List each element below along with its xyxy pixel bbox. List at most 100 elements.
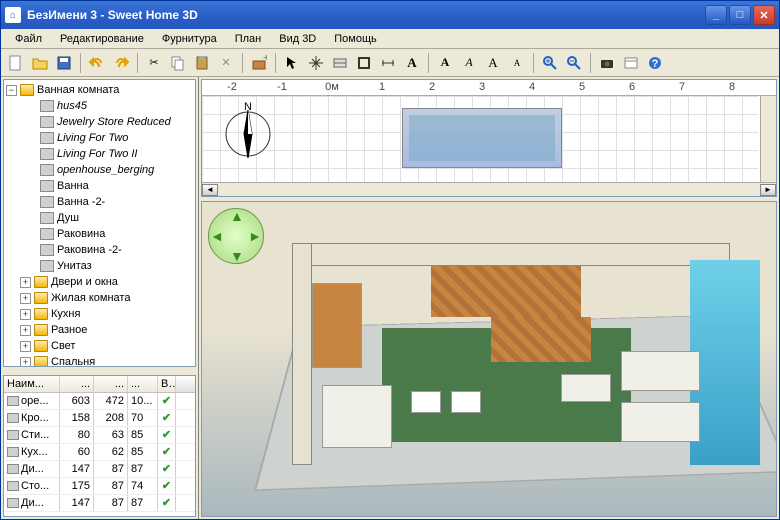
text-bold-icon[interactable]: A [434, 52, 456, 74]
tree-item[interactable]: Jewelry Store Reduced [6, 114, 193, 130]
menu-plan[interactable]: План [227, 31, 270, 47]
horizontal-splitter[interactable] [1, 369, 198, 373]
text-icon[interactable]: A [401, 52, 423, 74]
table-row[interactable]: оре...60347210...✔ [4, 393, 195, 410]
left-panel: − Ванная комната hus45Jewelry Store Reduc… [1, 77, 199, 519]
row-d: 10... [128, 393, 158, 409]
copy-icon[interactable] [167, 52, 189, 74]
text-italic-icon[interactable]: A [458, 52, 480, 74]
zoom-in-icon[interactable] [539, 52, 561, 74]
row-name: Сто... [21, 479, 49, 493]
scroll-left-icon[interactable]: ◄ [202, 184, 218, 196]
tree-folder[interactable]: +Свет [6, 338, 193, 354]
expand-icon[interactable]: + [20, 277, 31, 288]
nav-down-icon[interactable]: ▼ [230, 248, 244, 264]
save-icon[interactable] [53, 52, 75, 74]
help-icon[interactable]: ? [644, 52, 666, 74]
nav-up-icon[interactable]: ▲ [230, 208, 244, 224]
menu-3dview[interactable]: Вид 3D [271, 31, 324, 47]
collapse-icon[interactable]: − [6, 85, 17, 96]
tree-folder-label: Кухня [51, 308, 80, 320]
plan-preview[interactable] [402, 108, 562, 168]
row-visible-checkbox[interactable]: ✔ [158, 461, 176, 477]
scroll-right-icon[interactable]: ► [760, 184, 776, 196]
row-visible-checkbox[interactable]: ✔ [158, 410, 176, 426]
dimension-icon[interactable] [377, 52, 399, 74]
tree-root-label[interactable]: Ванная комната [37, 84, 119, 96]
table-row[interactable]: Ди...1478787✔ [4, 495, 195, 512]
tree-item[interactable]: Ванна -2- [6, 194, 193, 210]
maximize-button[interactable]: □ [729, 5, 751, 25]
tree-item[interactable]: Раковина [6, 226, 193, 242]
pan-icon[interactable] [305, 52, 327, 74]
preferences-icon[interactable] [620, 52, 642, 74]
close-button[interactable]: ✕ [753, 5, 775, 25]
tree-item-label: Ванна [57, 180, 89, 192]
text-size-up-icon[interactable]: A [482, 52, 504, 74]
tree-item[interactable]: Living For Two II [6, 146, 193, 162]
expand-icon[interactable]: + [20, 325, 31, 336]
delete-icon[interactable]: ✕ [215, 52, 237, 74]
col-name[interactable]: Наим... [4, 376, 60, 392]
row-visible-checkbox[interactable]: ✔ [158, 478, 176, 494]
menu-help[interactable]: Помощь [326, 31, 385, 47]
tree-item[interactable]: Ванна [6, 178, 193, 194]
row-visible-checkbox[interactable]: ✔ [158, 444, 176, 460]
plan-view[interactable]: -2-10м12345678 N ◄ ► [201, 79, 777, 197]
furniture-table[interactable]: Наим... ... ... ... В... оре...60347210.… [3, 375, 196, 517]
compass-icon[interactable]: N [218, 102, 278, 162]
tree-item[interactable]: Унитаз [6, 258, 193, 274]
text-size-down-icon[interactable]: A [506, 52, 528, 74]
tree-item[interactable]: hus45 [6, 98, 193, 114]
plan-vscroll[interactable] [760, 96, 776, 182]
table-row[interactable]: Сто...1758774✔ [4, 478, 195, 495]
col-vis[interactable]: В... [158, 376, 176, 392]
tree-folder[interactable]: +Разное [6, 322, 193, 338]
menu-file[interactable]: Файл [7, 31, 50, 47]
expand-icon[interactable]: + [20, 293, 31, 304]
expand-icon[interactable]: + [20, 341, 31, 352]
tree-item[interactable]: Душ [6, 210, 193, 226]
3d-view[interactable]: ▲ ▼ ◄ ► [201, 201, 777, 517]
nav-right-icon[interactable]: ► [248, 228, 262, 244]
zoom-out-icon[interactable] [563, 52, 585, 74]
row-visible-checkbox[interactable]: ✔ [158, 393, 176, 409]
room-icon[interactable] [353, 52, 375, 74]
table-row[interactable]: Кух...606285✔ [4, 444, 195, 461]
table-row[interactable]: Сти...806385✔ [4, 427, 195, 444]
col-w[interactable]: ... [60, 376, 94, 392]
col-h[interactable]: ... [94, 376, 128, 392]
redo-icon[interactable] [110, 52, 132, 74]
tree-folder[interactable]: +Спальня [6, 354, 193, 367]
row-visible-checkbox[interactable]: ✔ [158, 495, 176, 511]
wall-icon[interactable] [329, 52, 351, 74]
plan-hscroll[interactable]: ◄ ► [202, 182, 776, 196]
minimize-button[interactable]: _ [705, 5, 727, 25]
expand-icon[interactable]: + [20, 309, 31, 320]
tree-item[interactable]: openhouse_berging [6, 162, 193, 178]
add-furniture-icon[interactable]: + [248, 52, 270, 74]
tree-item[interactable]: Living For Two [6, 130, 193, 146]
tree-folder[interactable]: +Жилая комната [6, 290, 193, 306]
ruler-tick: 0м [325, 81, 339, 93]
camera-icon[interactable] [596, 52, 618, 74]
menu-furniture[interactable]: Фурнитура [154, 31, 225, 47]
nav-left-icon[interactable]: ◄ [210, 228, 224, 244]
col-d[interactable]: ... [128, 376, 158, 392]
tree-item[interactable]: Раковина -2- [6, 242, 193, 258]
table-row[interactable]: Кро...15820870✔ [4, 410, 195, 427]
undo-icon[interactable] [86, 52, 108, 74]
cut-icon[interactable]: ✂ [143, 52, 165, 74]
select-icon[interactable] [281, 52, 303, 74]
new-icon[interactable] [5, 52, 27, 74]
table-row[interactable]: Ди...1478787✔ [4, 461, 195, 478]
3d-navigator[interactable]: ▲ ▼ ◄ ► [208, 208, 264, 264]
catalog-tree[interactable]: − Ванная комната hus45Jewelry Store Reduc… [3, 79, 196, 367]
open-icon[interactable] [29, 52, 51, 74]
tree-folder[interactable]: + Кухня [6, 306, 193, 322]
paste-icon[interactable] [191, 52, 213, 74]
expand-icon[interactable]: + [20, 357, 31, 368]
menu-edit[interactable]: Редактирование [52, 31, 152, 47]
row-visible-checkbox[interactable]: ✔ [158, 427, 176, 443]
tree-folder[interactable]: +Двери и окна [6, 274, 193, 290]
